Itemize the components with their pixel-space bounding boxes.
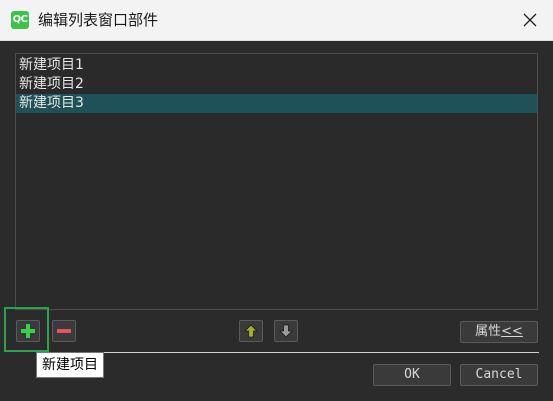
tooltip: 新建项目 xyxy=(36,352,104,378)
move-up-button[interactable] xyxy=(239,320,263,342)
title-bar: QC 编辑列表窗口部件 xyxy=(0,0,553,41)
list-item[interactable]: 新建项目1 xyxy=(16,56,537,75)
properties-button[interactable]: 属性<< xyxy=(460,321,538,343)
cancel-button[interactable]: Cancel xyxy=(460,364,538,386)
close-button[interactable] xyxy=(507,0,553,40)
properties-toggle-arrows: << xyxy=(501,324,523,339)
close-icon xyxy=(523,13,537,27)
minus-icon xyxy=(57,329,71,333)
list-item[interactable]: 新建项目2 xyxy=(16,75,537,94)
arrow-up-icon xyxy=(244,324,258,338)
remove-item-button[interactable] xyxy=(52,320,76,342)
properties-label: 属性 xyxy=(475,324,502,339)
plus-icon xyxy=(21,324,35,338)
list-item-selected[interactable]: 新建项目3 xyxy=(16,94,537,113)
app-icon: QC xyxy=(11,11,29,29)
item-list[interactable]: 新建项目1 新建项目2 新建项目3 xyxy=(15,53,538,310)
arrow-down-icon xyxy=(279,324,293,338)
window-title: 编辑列表窗口部件 xyxy=(38,11,159,29)
add-item-button[interactable] xyxy=(16,320,40,342)
separator xyxy=(42,352,539,353)
move-down-button[interactable] xyxy=(274,320,298,342)
ok-button[interactable]: OK xyxy=(373,364,451,386)
